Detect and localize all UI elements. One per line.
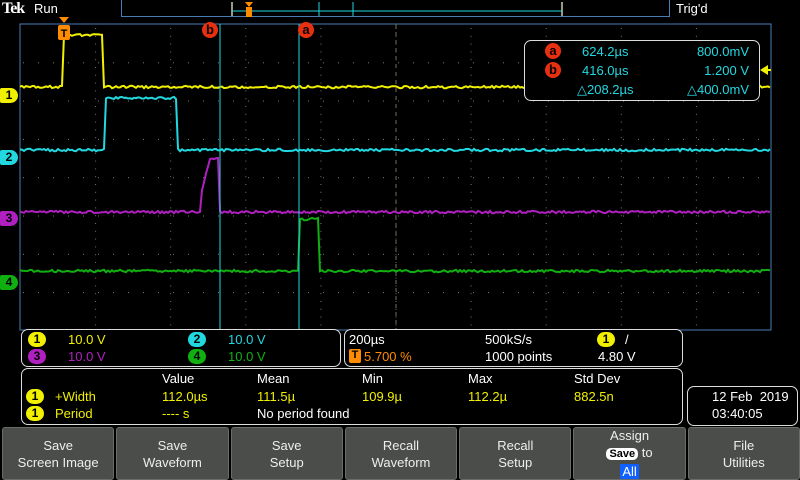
meas1-name[interactable]: +Width xyxy=(55,389,96,404)
label: to xyxy=(642,445,653,460)
ch2-chip[interactable]: 2 xyxy=(188,332,206,347)
header-value: Value xyxy=(162,371,194,386)
meas1-max: 112.2µ xyxy=(468,389,507,404)
record-view-window xyxy=(232,2,562,17)
timebase[interactable]: 200µs xyxy=(349,332,385,347)
datetime-panel: 12 Feb 2019 03:40:05 xyxy=(687,386,798,426)
ch2-marker[interactable]: 2 xyxy=(0,150,18,165)
label: Utilities xyxy=(689,454,799,471)
label: Save xyxy=(3,437,113,454)
label: File xyxy=(689,437,799,454)
cursor-b-time: 416.0µs xyxy=(582,63,629,78)
label: Save xyxy=(232,437,342,454)
label: Setup xyxy=(232,454,342,471)
label: Assign xyxy=(574,427,684,444)
recall-waveform-button[interactable]: Recall Waveform xyxy=(345,427,457,480)
ch3-chip[interactable]: 3 xyxy=(28,349,46,364)
header-std-dev: Std Dev xyxy=(574,371,620,386)
trigger-level[interactable]: 4.80 V xyxy=(598,349,636,364)
cursor-b-marker[interactable]: b xyxy=(202,22,218,38)
label: Setup xyxy=(460,454,570,471)
softkey-bar: Save Screen Image Save Waveform Save Setup … xyxy=(0,427,800,480)
ch2-scale[interactable]: 10.0 V xyxy=(228,332,266,347)
measurements-panel: Value Mean Min Max Std Dev 1 +Width 112.… xyxy=(21,368,683,425)
horizontal-settings: 200µs 500kS/s 1 / T 5.700 % 1000 points … xyxy=(344,329,683,367)
meas2-source: 1 xyxy=(26,406,44,421)
save-screen-image-button[interactable]: Save Screen Image xyxy=(2,427,114,480)
ch4-marker[interactable]: 4 xyxy=(0,275,18,290)
header-min: Min xyxy=(362,371,383,386)
save-badge: Save xyxy=(606,448,638,460)
label: Recall xyxy=(460,437,570,454)
meas1-value: 112.0µs xyxy=(162,389,208,404)
meas1-source: 1 xyxy=(26,389,44,404)
trace-ch2 xyxy=(20,97,770,151)
cursor-a-time: 624.2µs xyxy=(582,44,629,59)
vertical-settings: 1 10.0 V 2 10.0 V 3 10.0 V 4 10.0 V xyxy=(21,329,341,367)
ch3-scale[interactable]: 10.0 V xyxy=(68,349,106,364)
ch3-marker[interactable]: 3 xyxy=(0,211,18,226)
cursor-delta-voltage: △400.0mV xyxy=(687,82,749,98)
cursor-readout: a b 624.2µs 800.0mV 416.0µs 1.200 V △208… xyxy=(524,40,760,101)
record-length: 1000 points xyxy=(485,349,552,364)
meas1-min: 109.9µ xyxy=(362,389,402,404)
assign-all-option: All xyxy=(620,464,638,479)
svg-text:T: T xyxy=(61,28,68,40)
header-max: Max xyxy=(468,371,493,386)
trigger-position[interactable]: 5.700 % xyxy=(364,349,412,364)
meas2-message: No period found xyxy=(257,406,350,421)
ch4-scale[interactable]: 10.0 V xyxy=(228,349,266,364)
label: Recall xyxy=(346,437,456,454)
cursor-b-icon: b xyxy=(545,62,561,78)
cursor-a-icon: a xyxy=(545,43,561,59)
label: Waveform xyxy=(117,454,227,471)
file-utilities-button[interactable]: File Utilities xyxy=(688,427,800,480)
label: Waveform xyxy=(346,454,456,471)
label: Save xyxy=(117,437,227,454)
recall-setup-button[interactable]: Recall Setup xyxy=(459,427,571,480)
cursor-b-voltage: 1.200 V xyxy=(704,63,749,78)
meas2-name[interactable]: Period xyxy=(55,406,93,421)
cursor-a-voltage: 800.0mV xyxy=(697,44,749,59)
trigger-position-icon: T xyxy=(349,349,361,363)
meas1-mean: 111.5µ xyxy=(257,389,295,404)
cursor-a-marker[interactable]: a xyxy=(298,22,314,38)
trace-ch3 xyxy=(20,158,770,213)
ch1-marker[interactable]: 1 xyxy=(0,88,18,103)
save-setup-button[interactable]: Save Setup xyxy=(231,427,343,480)
ch1-chip[interactable]: 1 xyxy=(28,332,46,347)
save-waveform-button[interactable]: Save Waveform xyxy=(116,427,228,480)
trigger-source[interactable]: 1 xyxy=(597,332,615,347)
header-mean: Mean xyxy=(257,371,290,386)
trigger-slope-icon[interactable]: / xyxy=(625,332,629,347)
time: 03:40:05 xyxy=(712,406,763,421)
assign-save-button[interactable]: Assign Save to All xyxy=(573,427,685,480)
cursor-delta-time: △208.2µs xyxy=(577,82,634,98)
ch4-chip[interactable]: 4 xyxy=(188,349,206,364)
date: 12 Feb 2019 xyxy=(712,389,789,404)
trace-ch4 xyxy=(20,218,770,272)
meas1-std-dev: 882.5n xyxy=(574,389,614,404)
meas2-value: ---- s xyxy=(162,406,189,421)
sample-rate: 500kS/s xyxy=(485,332,532,347)
label: Screen Image xyxy=(3,454,113,471)
ch1-scale[interactable]: 10.0 V xyxy=(68,332,106,347)
trigger-position-icon xyxy=(59,17,69,23)
